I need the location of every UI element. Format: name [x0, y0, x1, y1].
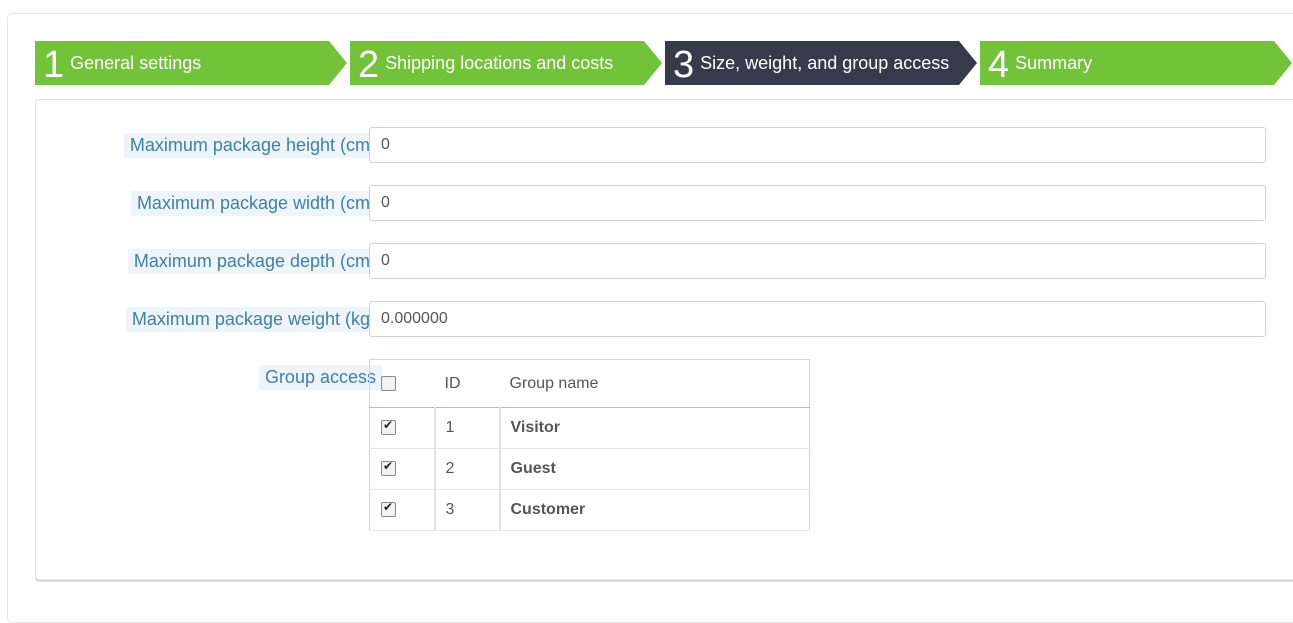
- row-group-name: Guest: [499, 448, 810, 490]
- wizard-steps: 1 General settings 2 Shipping locations …: [35, 41, 1293, 85]
- group-name-header[interactable]: Group name: [499, 359, 810, 408]
- table-row: 2 Guest: [369, 448, 810, 490]
- select-all-checkbox[interactable]: [381, 375, 396, 391]
- row-checkbox-customer[interactable]: [381, 500, 396, 518]
- width-input[interactable]: [369, 185, 1266, 221]
- row-checkbox-visitor[interactable]: [381, 418, 396, 436]
- height-row: Maximum package height (cm): [36, 127, 1293, 165]
- step-number: 4: [988, 44, 1010, 86]
- step-number: 3: [673, 44, 695, 86]
- step-label: General settings: [70, 52, 202, 73]
- weight-label: Maximum package weight (kg): [125, 307, 382, 332]
- step-label: Shipping locations and costs: [385, 52, 614, 73]
- row-id: 3: [434, 489, 501, 531]
- depth-input[interactable]: [369, 243, 1266, 279]
- depth-label: Maximum package depth (cm): [127, 249, 382, 274]
- step-size-weight-group[interactable]: 3 Size, weight, and group access: [665, 41, 977, 85]
- row-check-cell: [369, 407, 436, 449]
- form-panel: Maximum package height (cm) Maximum pack…: [35, 99, 1293, 580]
- step-summary[interactable]: 4 Summary: [980, 41, 1292, 85]
- step-shipping-locations[interactable]: 2 Shipping locations and costs: [350, 41, 662, 85]
- row-id: 2: [434, 448, 501, 490]
- height-input[interactable]: [369, 127, 1266, 163]
- step-label: Size, weight, and group access: [700, 52, 950, 73]
- id-header[interactable]: ID: [434, 359, 500, 408]
- group-access-table: ID Group name 1 Visitor 2 Guest: [369, 359, 810, 531]
- step-number: 2: [358, 44, 380, 86]
- table-row: 1 Visitor: [369, 407, 810, 449]
- depth-row: Maximum package depth (cm): [36, 243, 1293, 281]
- select-all-cell: [369, 359, 435, 408]
- table-header-row: ID Group name: [369, 359, 810, 408]
- weight-input[interactable]: [369, 301, 1266, 337]
- row-checkbox-guest[interactable]: [381, 459, 396, 477]
- width-label: Maximum package width (cm): [130, 191, 382, 216]
- step-label: Summary: [1015, 52, 1093, 73]
- row-check-cell: [369, 489, 436, 531]
- row-group-name: Visitor: [499, 407, 810, 449]
- row-id: 1: [434, 407, 501, 449]
- step-general-settings[interactable]: 1 General settings: [35, 41, 347, 85]
- width-row: Maximum package width (cm): [36, 185, 1293, 223]
- weight-row: Maximum package weight (kg): [36, 301, 1293, 339]
- height-label: Maximum package height (cm): [123, 133, 382, 158]
- step-number: 1: [43, 44, 65, 86]
- row-group-name: Customer: [499, 489, 810, 531]
- table-row: 3 Customer: [369, 489, 810, 531]
- row-check-cell: [369, 448, 436, 490]
- group-access-label: Group access: [258, 365, 382, 390]
